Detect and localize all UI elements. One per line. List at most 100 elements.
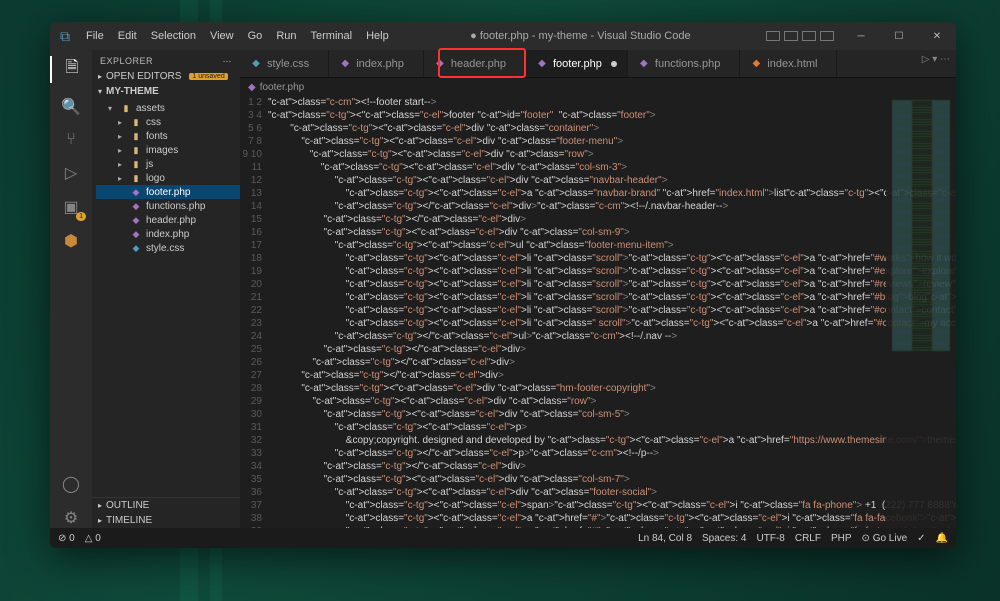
status-0[interactable]: Ln 84, Col 8: [638, 533, 692, 544]
search-icon[interactable]: 🔍: [50, 97, 92, 117]
timeline-section[interactable]: ▸TIMELINE: [92, 513, 240, 528]
tree-item-functions-php[interactable]: ◆ functions.php: [96, 199, 240, 213]
chevron-icon: ▸: [118, 160, 126, 169]
tab-label: footer.php: [553, 58, 602, 70]
activity-bar: 🗎 🔍 ⑂ ▷ ▣1 ⬢ ◯ ⚙: [50, 50, 92, 528]
code-content[interactable]: "c-at">class="c-cm"><!--footer start--> …: [268, 96, 956, 528]
php-icon: ◆: [130, 228, 142, 240]
menu-selection[interactable]: Selection: [145, 30, 202, 42]
tab-functions-php[interactable]: ◆ functions.php: [628, 50, 740, 77]
more-icon[interactable]: ⋯: [223, 56, 233, 67]
tree-label: images: [146, 145, 178, 156]
tree-item-logo[interactable]: ▸▮logo: [96, 171, 240, 185]
php-file-icon: ◆: [638, 58, 650, 70]
tree-label: fonts: [146, 131, 168, 142]
status-errors[interactable]: ⊘ 0: [58, 533, 75, 544]
tree-item-header-php[interactable]: ◆header.php: [96, 213, 240, 227]
project-section[interactable]: ▾MY-THEME: [92, 84, 240, 99]
tab-label: index.html: [767, 58, 817, 70]
tree-label: index.php: [146, 229, 189, 240]
menu-terminal[interactable]: Terminal: [305, 30, 359, 42]
chevron-icon: ▾: [108, 104, 116, 113]
close-button[interactable]: ✕: [918, 22, 956, 50]
tab-header-php[interactable]: ◆ header.php: [424, 50, 526, 77]
status-bar: ⊘ 0 △ 0 Ln 84, Col 8 Spaces: 4 UTF-8 CRLF PH…: [50, 528, 956, 548]
css-icon: ◆: [130, 242, 142, 254]
status-3[interactable]: CRLF: [795, 533, 821, 544]
vscode-logo-icon: ⧉: [50, 28, 80, 45]
explorer-icon[interactable]: 🗎: [50, 56, 92, 83]
menu-file[interactable]: File: [80, 30, 110, 42]
tree-item-index-php[interactable]: ◆ index.php: [96, 227, 240, 241]
tab-label: functions.php: [655, 58, 720, 70]
extensions-icon[interactable]: ▣1: [50, 197, 92, 217]
outline-section[interactable]: ▸OUTLINE: [92, 498, 240, 513]
html-file-icon: ◆: [750, 58, 762, 70]
run-debug-icon[interactable]: ▷: [50, 163, 92, 183]
status-6[interactable]: ✓: [917, 533, 925, 544]
tree-label: functions.php: [146, 201, 206, 212]
tree-item-css[interactable]: ▸ ▮ css: [96, 115, 240, 129]
code-editor[interactable]: 1 2 3 4 5 6 7 8 9 10 11 12 13 14 15 16 1…: [240, 96, 956, 528]
status-warnings[interactable]: △ 0: [85, 533, 101, 544]
status-4[interactable]: PHP: [831, 533, 852, 544]
layout-controls[interactable]: [766, 31, 834, 41]
tree-item-images[interactable]: ▸ ▮ images: [96, 143, 240, 157]
tab-label: header.php: [451, 58, 506, 70]
main-menu: FileEditSelectionViewGoRunTerminalHelp: [80, 30, 395, 42]
tree-item-assets[interactable]: ▾ ▮ assets: [96, 101, 240, 115]
menu-help[interactable]: Help: [360, 30, 395, 42]
menu-edit[interactable]: Edit: [112, 30, 143, 42]
tree-label: assets: [136, 103, 165, 114]
tree-item-footer-php[interactable]: ◆ footer.php: [96, 185, 240, 199]
explorer-sidebar: EXPLORER⋯ ▸OPEN EDITORS 1 unsaved ▾MY-TH…: [92, 50, 240, 528]
folder-icon: ▮: [130, 130, 142, 142]
php-icon: ◆: [130, 200, 142, 212]
php-file-icon: ◆: [434, 58, 446, 70]
tab-actions[interactable]: ▷ ▾ ⋯: [922, 54, 950, 65]
minimap[interactable]: [886, 96, 956, 528]
status-1[interactable]: Spaces: 4: [702, 533, 746, 544]
tree-label: style.css: [146, 243, 184, 254]
chevron-icon: ▸: [118, 146, 126, 155]
tree-label: js: [146, 159, 153, 170]
tree-item-js[interactable]: ▸ ▮ js: [96, 157, 240, 171]
folder-icon: ▮: [130, 144, 142, 156]
accounts-icon[interactable]: ◯: [50, 474, 92, 494]
tree-label: footer.php: [146, 187, 190, 198]
editor-area: ◆style.css◆index.php◆header.php◆footer.p…: [240, 50, 956, 528]
folder-icon: ▮: [130, 172, 142, 184]
chevron-icon: ▸: [118, 118, 126, 127]
tab-style-css[interactable]: ◆ style.css: [240, 50, 329, 77]
vscode-window: ⧉ FileEditSelectionViewGoRunTerminalHelp…: [50, 22, 956, 548]
explorer-title: EXPLORER⋯: [92, 50, 240, 69]
tree-label: logo: [146, 173, 165, 184]
tree-item-style-css[interactable]: ◆ style.css: [96, 241, 240, 255]
folder-icon: ▮: [120, 102, 132, 114]
settings-gear-icon[interactable]: ⚙: [50, 508, 92, 528]
tree-item-fonts[interactable]: ▸ ▮ fonts: [96, 129, 240, 143]
folder-icon: ▮: [130, 158, 142, 170]
chevron-icon: ▸: [118, 132, 126, 141]
status-5[interactable]: ⊙ Go Live: [862, 533, 908, 544]
css-file-icon: ◆: [250, 58, 262, 70]
minimize-button[interactable]: ─: [842, 22, 880, 50]
menu-go[interactable]: Go: [242, 30, 269, 42]
menu-run[interactable]: Run: [270, 30, 302, 42]
tab-index-html[interactable]: ◆ index.html: [740, 50, 837, 77]
notifications-bell-icon[interactable]: 🔔: [936, 533, 948, 544]
maximize-button[interactable]: ☐: [880, 22, 918, 50]
menu-view[interactable]: View: [204, 30, 240, 42]
open-editors-section[interactable]: ▸OPEN EDITORS 1 unsaved: [92, 69, 240, 84]
folder-icon: ▮: [130, 116, 142, 128]
remote-icon[interactable]: ⬢: [50, 231, 92, 251]
titlebar: ⧉ FileEditSelectionViewGoRunTerminalHelp…: [50, 22, 956, 50]
status-2[interactable]: UTF-8: [757, 533, 785, 544]
breadcrumb[interactable]: ◆ footer.php: [240, 78, 956, 96]
tab-footer-php[interactable]: ◆footer.php: [526, 50, 628, 77]
tab-index-php[interactable]: ◆index.php: [329, 50, 424, 77]
source-control-icon[interactable]: ⑂: [50, 131, 92, 149]
tree-label: css: [146, 117, 161, 128]
tab-label: style.css: [267, 58, 309, 70]
php-icon: ◆: [130, 186, 142, 198]
